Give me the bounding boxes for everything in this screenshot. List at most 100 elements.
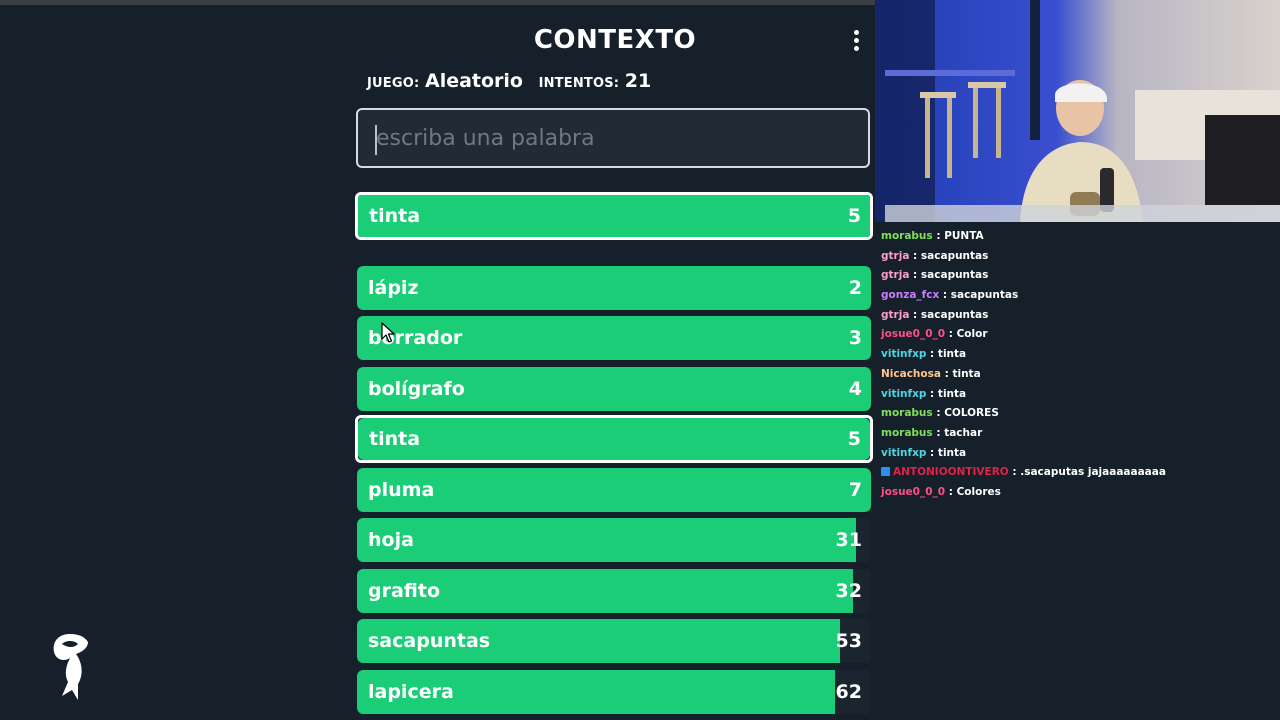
chat-message: morabus : PUNTA bbox=[881, 229, 1276, 249]
chat-text: Colores bbox=[956, 485, 1001, 498]
chat-text: COLORES bbox=[944, 407, 999, 420]
guess-row: sacapuntas 53 bbox=[357, 619, 871, 663]
guess-distance: 2 bbox=[848, 277, 862, 299]
chat-message: josue0_0_0 : Color bbox=[881, 327, 1276, 347]
chat-message: gtrja : sacapuntas bbox=[881, 249, 1276, 269]
guess-distance: 31 bbox=[835, 529, 862, 551]
guess-row-highlighted: tinta 5 bbox=[355, 415, 873, 463]
chat-username[interactable]: morabus bbox=[881, 407, 933, 419]
chat-separator: : bbox=[945, 328, 957, 341]
chat-text: PUNTA bbox=[944, 230, 984, 242]
guess-row: lápiz 2 bbox=[357, 266, 871, 310]
chat-separator: : bbox=[926, 387, 938, 400]
chat-text: sacapuntas bbox=[950, 289, 1019, 302]
last-guess-distance: 5 bbox=[847, 205, 861, 227]
guess-bar bbox=[357, 266, 871, 310]
chat-separator: : bbox=[909, 308, 921, 321]
guess-bar bbox=[358, 418, 870, 460]
chat-text: sacapuntas bbox=[920, 269, 989, 282]
chat-username[interactable]: morabus bbox=[881, 230, 933, 242]
chat-text: .sacaputas jajaaaaaaaaa bbox=[1020, 466, 1166, 479]
chat-separator: : bbox=[939, 289, 951, 302]
guess-row: grafito 32 bbox=[357, 569, 871, 613]
chat-message: morabus : COLORES bbox=[881, 406, 1276, 426]
game-value: Aleatorio bbox=[424, 70, 523, 92]
guess-row: pluma 7 bbox=[357, 468, 871, 512]
top-strip bbox=[0, 0, 875, 5]
chat-message: vitinfxp : tinta bbox=[881, 347, 1276, 367]
chat-separator: : bbox=[945, 485, 957, 498]
text-caret bbox=[375, 125, 377, 155]
streamer-logo-icon bbox=[53, 634, 88, 700]
mouse-cursor-icon bbox=[381, 322, 395, 343]
chat-username[interactable]: gtrja bbox=[881, 250, 909, 262]
chat-separator: : bbox=[926, 348, 938, 361]
chat-username[interactable]: ANTONIOONTIVERO bbox=[893, 466, 1009, 478]
guess-word: tinta bbox=[369, 428, 421, 450]
game-label: JUEGO: bbox=[367, 76, 420, 91]
chat-text: sacapuntas bbox=[920, 308, 989, 321]
guess-bar bbox=[357, 518, 856, 562]
chat-message: gonza_fcx : sacapuntas bbox=[881, 288, 1276, 308]
chat-username[interactable]: Nicachosa bbox=[881, 368, 941, 380]
chat-username[interactable]: vitinfxp bbox=[881, 388, 926, 400]
word-input[interactable] bbox=[356, 108, 870, 168]
chat-text: tinta bbox=[937, 387, 967, 400]
chat-username[interactable]: josue0_0_0 bbox=[881, 328, 945, 340]
guess-word: lápiz bbox=[368, 277, 419, 299]
chat-separator: : bbox=[909, 249, 921, 262]
chat-separator: : bbox=[932, 426, 945, 439]
chat-message: gtrja : sacapuntas bbox=[881, 268, 1276, 288]
more-options-icon[interactable] bbox=[850, 30, 862, 52]
chat-separator: : bbox=[926, 446, 938, 459]
game-title: CONTEXTO bbox=[533, 25, 697, 55]
webcam-feed bbox=[875, 0, 1280, 222]
chat-text: tinta bbox=[952, 367, 981, 380]
chat-username[interactable]: morabus bbox=[881, 427, 933, 439]
guess-distance: 7 bbox=[848, 479, 862, 501]
chat-text: Color bbox=[956, 328, 988, 341]
chat-message: vitinfxp : tinta bbox=[881, 446, 1276, 466]
chat-message: vitinfxp : tinta bbox=[881, 387, 1276, 407]
chat-text: tachar bbox=[944, 426, 983, 439]
chat-username[interactable]: gtrja bbox=[881, 309, 909, 321]
chat-separator: : bbox=[1008, 466, 1021, 479]
guess-word: grafito bbox=[368, 580, 441, 602]
game-info: JUEGO: Aleatorio INTENTOS: 21 bbox=[367, 70, 661, 100]
chat-separator: : bbox=[940, 367, 953, 380]
chat-username[interactable]: gonza_fcx bbox=[881, 289, 939, 301]
chat-username[interactable]: gtrja bbox=[881, 269, 909, 281]
chat-username[interactable]: josue0_0_0 bbox=[881, 486, 945, 498]
chat-message: gtrja : sacapuntas bbox=[881, 308, 1276, 328]
chat-username[interactable]: vitinfxp bbox=[881, 348, 926, 360]
chat-text: tinta bbox=[937, 446, 967, 459]
chat-text: tinta bbox=[937, 348, 967, 361]
chat-message: Nicachosa : tinta bbox=[881, 367, 1276, 387]
chat-username[interactable]: vitinfxp bbox=[881, 447, 926, 459]
chat-message: morabus : tachar bbox=[881, 426, 1276, 446]
guess-word: pluma bbox=[368, 479, 435, 501]
guess-row: bolígrafo 4 bbox=[357, 367, 871, 411]
guess-distance: 3 bbox=[848, 327, 862, 349]
chat-text: sacapuntas bbox=[920, 249, 989, 262]
guess-row: lapicera 62 bbox=[357, 670, 871, 714]
guess-distance: 5 bbox=[847, 428, 861, 450]
chat-separator: : bbox=[932, 230, 945, 242]
attempts-value: 21 bbox=[624, 70, 652, 92]
prime-badge-icon bbox=[881, 467, 890, 477]
guess-row: hoja 31 bbox=[357, 518, 871, 562]
guess-distance: 32 bbox=[835, 580, 862, 602]
last-guess-row: tinta 5 bbox=[355, 192, 873, 240]
attempts-label: INTENTOS: bbox=[538, 76, 620, 91]
chat-separator: : bbox=[932, 407, 945, 420]
guess-word: bolígrafo bbox=[368, 378, 465, 400]
guess-word: hoja bbox=[368, 529, 414, 551]
guess-row: borrador 3 bbox=[357, 316, 871, 360]
chat-separator: : bbox=[909, 269, 921, 282]
guess-distance: 53 bbox=[835, 630, 862, 652]
guess-distance: 62 bbox=[835, 681, 862, 703]
guess-word: lapicera bbox=[368, 681, 454, 703]
chat-panel: morabus : PUNTA gtrja : sacapuntas gtrja :… bbox=[881, 229, 1276, 505]
chat-message: josue0_0_0 : Colores bbox=[881, 485, 1276, 505]
chat-message: ANTONIOONTIVERO : .sacaputas jajaaaaaaaa… bbox=[881, 465, 1276, 485]
